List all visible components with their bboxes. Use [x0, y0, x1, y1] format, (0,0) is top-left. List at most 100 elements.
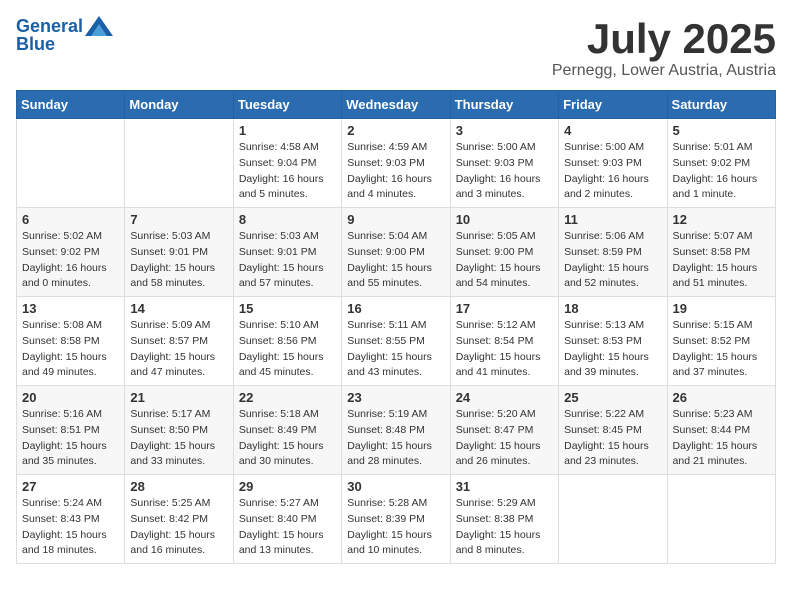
- calendar-cell: 7 Sunrise: 5:03 AMSunset: 9:01 PMDaylight…: [125, 208, 233, 297]
- calendar-cell: 22 Sunrise: 5:18 AMSunset: 8:49 PMDayligh…: [233, 386, 341, 475]
- calendar-cell: 8 Sunrise: 5:03 AMSunset: 9:01 PMDaylight…: [233, 208, 341, 297]
- calendar-cell: 6 Sunrise: 5:02 AMSunset: 9:02 PMDaylight…: [17, 208, 125, 297]
- calendar-cell: 14 Sunrise: 5:09 AMSunset: 8:57 PMDayligh…: [125, 297, 233, 386]
- day-info: Sunrise: 5:00 AMSunset: 9:03 PMDaylight:…: [456, 140, 553, 203]
- day-info: Sunrise: 5:29 AMSunset: 8:38 PMDaylight:…: [456, 496, 553, 559]
- logo-icon: [85, 16, 113, 36]
- day-number: 29: [239, 479, 336, 494]
- day-info: Sunrise: 5:03 AMSunset: 9:01 PMDaylight:…: [239, 229, 336, 292]
- calendar-cell: 25 Sunrise: 5:22 AMSunset: 8:45 PMDayligh…: [559, 386, 667, 475]
- logo: General Blue: [16, 16, 113, 55]
- day-number: 6: [22, 212, 119, 227]
- day-info: Sunrise: 5:12 AMSunset: 8:54 PMDaylight:…: [456, 318, 553, 381]
- day-number: 17: [456, 301, 553, 316]
- day-info: Sunrise: 5:00 AMSunset: 9:03 PMDaylight:…: [564, 140, 661, 203]
- calendar-cell: [667, 475, 775, 564]
- day-number: 25: [564, 390, 661, 405]
- location-subtitle: Pernegg, Lower Austria, Austria: [552, 62, 776, 80]
- calendar-cell: 28Sunrise: 5:25 AMSunset: 8:42 PMDayligh…: [125, 475, 233, 564]
- day-info: Sunrise: 5:11 AMSunset: 8:55 PMDaylight:…: [347, 318, 444, 381]
- day-info: Sunrise: 5:06 AMSunset: 8:59 PMDaylight:…: [564, 229, 661, 292]
- calendar-week-row: 6 Sunrise: 5:02 AMSunset: 9:02 PMDaylight…: [17, 208, 776, 297]
- day-info: Sunrise: 5:03 AMSunset: 9:01 PMDaylight:…: [130, 229, 227, 292]
- day-number: 18: [564, 301, 661, 316]
- day-number: 15: [239, 301, 336, 316]
- calendar-cell: 19Sunrise: 5:15 AMSunset: 8:52 PMDayligh…: [667, 297, 775, 386]
- day-info: Sunrise: 5:18 AMSunset: 8:49 PMDaylight:…: [239, 407, 336, 470]
- day-info: Sunrise: 5:05 AMSunset: 9:00 PMDaylight:…: [456, 229, 553, 292]
- day-number: 13: [22, 301, 119, 316]
- day-number: 9: [347, 212, 444, 227]
- day-number: 20: [22, 390, 119, 405]
- calendar-cell: 23Sunrise: 5:19 AMSunset: 8:48 PMDayligh…: [342, 386, 450, 475]
- day-number: 22: [239, 390, 336, 405]
- day-number: 7: [130, 212, 227, 227]
- day-number: 26: [673, 390, 770, 405]
- day-info: Sunrise: 5:27 AMSunset: 8:40 PMDaylight:…: [239, 496, 336, 559]
- calendar-table: SundayMondayTuesdayWednesdayThursdayFrid…: [16, 90, 776, 564]
- day-info: Sunrise: 5:20 AMSunset: 8:47 PMDaylight:…: [456, 407, 553, 470]
- calendar-week-row: 27 Sunrise: 5:24 AMSunset: 8:43 PMDayligh…: [17, 475, 776, 564]
- day-info: Sunrise: 5:24 AMSunset: 8:43 PMDaylight:…: [22, 496, 119, 559]
- calendar-cell: 31 Sunrise: 5:29 AMSunset: 8:38 PMDayligh…: [450, 475, 558, 564]
- day-info: Sunrise: 5:07 AMSunset: 8:58 PMDaylight:…: [673, 229, 770, 292]
- day-info: Sunrise: 5:19 AMSunset: 8:48 PMDaylight:…: [347, 407, 444, 470]
- day-number: 16: [347, 301, 444, 316]
- weekday-header-friday: Friday: [559, 91, 667, 119]
- calendar-week-row: 13Sunrise: 5:08 AMSunset: 8:58 PMDayligh…: [17, 297, 776, 386]
- weekday-header-monday: Monday: [125, 91, 233, 119]
- weekday-header-saturday: Saturday: [667, 91, 775, 119]
- day-info: Sunrise: 5:04 AMSunset: 9:00 PMDaylight:…: [347, 229, 444, 292]
- calendar-cell: 5Sunrise: 5:01 AMSunset: 9:02 PMDaylight…: [667, 119, 775, 208]
- day-info: Sunrise: 5:22 AMSunset: 8:45 PMDaylight:…: [564, 407, 661, 470]
- day-number: 14: [130, 301, 227, 316]
- day-number: 28: [130, 479, 227, 494]
- day-number: 19: [673, 301, 770, 316]
- day-number: 31: [456, 479, 553, 494]
- calendar-cell: 12 Sunrise: 5:07 AMSunset: 8:58 PMDayligh…: [667, 208, 775, 297]
- calendar-cell: [559, 475, 667, 564]
- calendar-cell: 11 Sunrise: 5:06 AMSunset: 8:59 PMDayligh…: [559, 208, 667, 297]
- day-number: 12: [673, 212, 770, 227]
- day-number: 30: [347, 479, 444, 494]
- calendar-cell: 17 Sunrise: 5:12 AMSunset: 8:54 PMDayligh…: [450, 297, 558, 386]
- day-info: Sunrise: 5:10 AMSunset: 8:56 PMDaylight:…: [239, 318, 336, 381]
- day-number: 3: [456, 123, 553, 138]
- page-header: General Blue July 2025 Pernegg, Lower Au…: [16, 16, 776, 80]
- calendar-cell: 20 Sunrise: 5:16 AMSunset: 8:51 PMDayligh…: [17, 386, 125, 475]
- day-number: 8: [239, 212, 336, 227]
- day-number: 21: [130, 390, 227, 405]
- day-info: Sunrise: 5:09 AMSunset: 8:57 PMDaylight:…: [130, 318, 227, 381]
- day-info: Sunrise: 5:13 AMSunset: 8:53 PMDaylight:…: [564, 318, 661, 381]
- weekday-header-thursday: Thursday: [450, 91, 558, 119]
- day-info: Sunrise: 4:59 AMSunset: 9:03 PMDaylight:…: [347, 140, 444, 203]
- weekday-header-tuesday: Tuesday: [233, 91, 341, 119]
- day-number: 2: [347, 123, 444, 138]
- calendar-cell: 13Sunrise: 5:08 AMSunset: 8:58 PMDayligh…: [17, 297, 125, 386]
- calendar-cell: 24 Sunrise: 5:20 AMSunset: 8:47 PMDayligh…: [450, 386, 558, 475]
- day-info: Sunrise: 5:16 AMSunset: 8:51 PMDaylight:…: [22, 407, 119, 470]
- day-number: 5: [673, 123, 770, 138]
- calendar-cell: 18 Sunrise: 5:13 AMSunset: 8:53 PMDayligh…: [559, 297, 667, 386]
- calendar-cell: 2 Sunrise: 4:59 AMSunset: 9:03 PMDaylight…: [342, 119, 450, 208]
- day-number: 24: [456, 390, 553, 405]
- calendar-cell: 27 Sunrise: 5:24 AMSunset: 8:43 PMDayligh…: [17, 475, 125, 564]
- day-info: Sunrise: 4:58 AMSunset: 9:04 PMDaylight:…: [239, 140, 336, 203]
- day-number: 1: [239, 123, 336, 138]
- calendar-cell: 4 Sunrise: 5:00 AMSunset: 9:03 PMDaylight…: [559, 119, 667, 208]
- day-number: 11: [564, 212, 661, 227]
- calendar-header-row: SundayMondayTuesdayWednesdayThursdayFrid…: [17, 91, 776, 119]
- title-block: July 2025 Pernegg, Lower Austria, Austri…: [552, 16, 776, 80]
- day-info: Sunrise: 5:02 AMSunset: 9:02 PMDaylight:…: [22, 229, 119, 292]
- day-number: 4: [564, 123, 661, 138]
- day-number: 27: [22, 479, 119, 494]
- day-number: 10: [456, 212, 553, 227]
- calendar-cell: 16 Sunrise: 5:11 AMSunset: 8:55 PMDayligh…: [342, 297, 450, 386]
- calendar-cell: 3 Sunrise: 5:00 AMSunset: 9:03 PMDaylight…: [450, 119, 558, 208]
- calendar-cell: 15 Sunrise: 5:10 AMSunset: 8:56 PMDayligh…: [233, 297, 341, 386]
- weekday-header-sunday: Sunday: [17, 91, 125, 119]
- calendar-cell: 9 Sunrise: 5:04 AMSunset: 9:00 PMDaylight…: [342, 208, 450, 297]
- day-info: Sunrise: 5:28 AMSunset: 8:39 PMDaylight:…: [347, 496, 444, 559]
- calendar-cell: 1 Sunrise: 4:58 AMSunset: 9:04 PMDaylight…: [233, 119, 341, 208]
- calendar-week-row: 1 Sunrise: 4:58 AMSunset: 9:04 PMDaylight…: [17, 119, 776, 208]
